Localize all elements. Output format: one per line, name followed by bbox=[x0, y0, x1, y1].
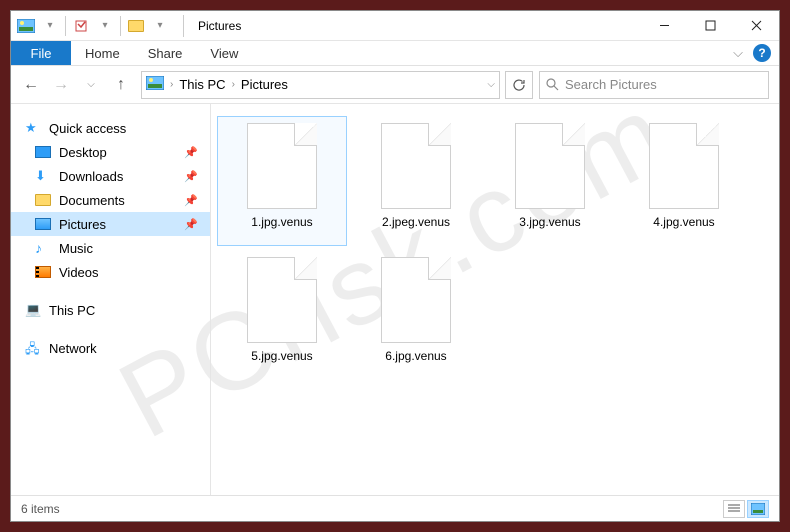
sidebar-item-label: Downloads bbox=[59, 169, 123, 184]
file-icon bbox=[515, 123, 585, 209]
app-icon[interactable] bbox=[15, 15, 37, 37]
file-icon bbox=[649, 123, 719, 209]
pin-icon: 📌 bbox=[184, 194, 198, 207]
explorer-window: PCrisk.com ▾ ▾ ▾ Pictures Fi bbox=[10, 10, 780, 522]
item-count: 6 items bbox=[21, 502, 60, 516]
pc-icon: 💻 bbox=[25, 302, 41, 318]
help-icon[interactable]: ? bbox=[753, 44, 771, 62]
file-name: 4.jpg.venus bbox=[653, 215, 714, 229]
folder-icon[interactable] bbox=[125, 15, 147, 37]
minimize-button[interactable] bbox=[641, 11, 687, 41]
downloads-icon: ⬇ bbox=[35, 168, 51, 184]
file-item[interactable]: 6.jpg.venus bbox=[351, 250, 481, 380]
sidebar-item-label: Music bbox=[59, 241, 93, 256]
chevron-right-icon[interactable]: › bbox=[170, 79, 173, 90]
sidebar-item-label: Network bbox=[49, 341, 97, 356]
file-name: 6.jpg.venus bbox=[385, 349, 446, 363]
file-name: 2.jpeg.venus bbox=[382, 215, 450, 229]
pin-icon: 📌 bbox=[184, 146, 198, 159]
pin-icon: 📌 bbox=[184, 218, 198, 231]
navigation-bar: ← → ⌵ ↑ › This PC › Pictures ⌵ Search Pi… bbox=[11, 66, 779, 104]
star-icon: ★ bbox=[25, 120, 41, 136]
pictures-icon bbox=[146, 76, 164, 93]
tab-view[interactable]: View bbox=[196, 41, 252, 65]
forward-button[interactable]: → bbox=[51, 75, 71, 95]
file-list[interactable]: 1.jpg.venus 2.jpeg.venus 3.jpg.venus 4.j… bbox=[211, 104, 779, 495]
network-icon: 🖧 bbox=[25, 340, 41, 356]
file-icon bbox=[247, 123, 317, 209]
sidebar-item-downloads[interactable]: ⬇ Downloads 📌 bbox=[11, 164, 210, 188]
address-dropdown-icon[interactable]: ⌵ bbox=[487, 79, 495, 90]
sidebar-item-label: This PC bbox=[49, 303, 95, 318]
address-bar[interactable]: › This PC › Pictures ⌵ bbox=[141, 71, 500, 99]
pictures-icon bbox=[35, 218, 51, 230]
back-button[interactable]: ← bbox=[21, 75, 41, 95]
properties-icon[interactable] bbox=[70, 15, 92, 37]
file-icon bbox=[381, 123, 451, 209]
ribbon-expand-icon[interactable]: ⌵ bbox=[733, 45, 743, 61]
pin-icon: 📌 bbox=[184, 170, 198, 183]
file-item[interactable]: 4.jpg.venus bbox=[619, 116, 749, 246]
title-bar: ▾ ▾ ▾ Pictures bbox=[11, 11, 779, 41]
music-icon: ♪ bbox=[35, 240, 51, 256]
file-item[interactable]: 2.jpeg.venus bbox=[351, 116, 481, 246]
file-item[interactable]: 3.jpg.venus bbox=[485, 116, 615, 246]
sidebar-item-pictures[interactable]: Pictures 📌 bbox=[11, 212, 210, 236]
sidebar-item-label: Pictures bbox=[59, 217, 106, 232]
quick-access-toolbar: ▾ ▾ ▾ bbox=[11, 15, 175, 37]
sidebar-item-quick-access[interactable]: ★ Quick access bbox=[11, 116, 210, 140]
history-dropdown-icon[interactable]: ⌵ bbox=[81, 75, 101, 95]
sidebar-item-network[interactable]: 🖧 Network bbox=[11, 336, 210, 360]
details-view-button[interactable] bbox=[723, 500, 745, 518]
file-item[interactable]: 5.jpg.venus bbox=[217, 250, 347, 380]
desktop-icon bbox=[35, 146, 51, 158]
search-icon bbox=[546, 78, 559, 91]
sidebar-item-music[interactable]: ♪ Music bbox=[11, 236, 210, 260]
file-icon bbox=[381, 257, 451, 343]
breadcrumb[interactable]: This PC bbox=[179, 77, 225, 92]
window-controls bbox=[641, 11, 779, 41]
refresh-button[interactable] bbox=[505, 71, 533, 99]
thumbnails-view-button[interactable] bbox=[747, 500, 769, 518]
file-name: 3.jpg.venus bbox=[519, 215, 580, 229]
maximize-button[interactable] bbox=[687, 11, 733, 41]
chevron-right-icon[interactable]: › bbox=[232, 79, 235, 90]
sidebar-item-label: Videos bbox=[59, 265, 99, 280]
search-input[interactable]: Search Pictures bbox=[539, 71, 769, 99]
chevron-down-icon[interactable]: ▾ bbox=[39, 15, 61, 37]
window-title: Pictures bbox=[198, 19, 241, 33]
sidebar-item-documents[interactable]: Documents 📌 bbox=[11, 188, 210, 212]
file-icon bbox=[247, 257, 317, 343]
sidebar-item-label: Desktop bbox=[59, 145, 107, 160]
sidebar-item-label: Quick access bbox=[49, 121, 126, 136]
sidebar-item-desktop[interactable]: Desktop 📌 bbox=[11, 140, 210, 164]
status-bar: 6 items bbox=[11, 495, 779, 521]
chevron-down-icon[interactable]: ▾ bbox=[94, 15, 116, 37]
sidebar-item-this-pc[interactable]: 💻 This PC bbox=[11, 298, 210, 322]
file-name: 1.jpg.venus bbox=[251, 215, 312, 229]
file-item[interactable]: 1.jpg.venus bbox=[217, 116, 347, 246]
search-placeholder: Search Pictures bbox=[565, 77, 657, 92]
ribbon-tabs: File Home Share View ⌵ ? bbox=[11, 41, 779, 66]
navigation-pane: ★ Quick access Desktop 📌 ⬇ Downloads 📌 D… bbox=[11, 104, 211, 495]
sidebar-item-label: Documents bbox=[59, 193, 125, 208]
close-button[interactable] bbox=[733, 11, 779, 41]
file-tab[interactable]: File bbox=[11, 41, 71, 65]
chevron-down-icon[interactable]: ▾ bbox=[149, 15, 171, 37]
tab-home[interactable]: Home bbox=[71, 41, 134, 65]
folder-icon bbox=[35, 194, 51, 206]
videos-icon bbox=[35, 266, 51, 278]
tab-share[interactable]: Share bbox=[134, 41, 197, 65]
breadcrumb[interactable]: Pictures bbox=[241, 77, 288, 92]
up-button[interactable]: ↑ bbox=[111, 75, 131, 95]
file-name: 5.jpg.venus bbox=[251, 349, 312, 363]
sidebar-item-videos[interactable]: Videos bbox=[11, 260, 210, 284]
